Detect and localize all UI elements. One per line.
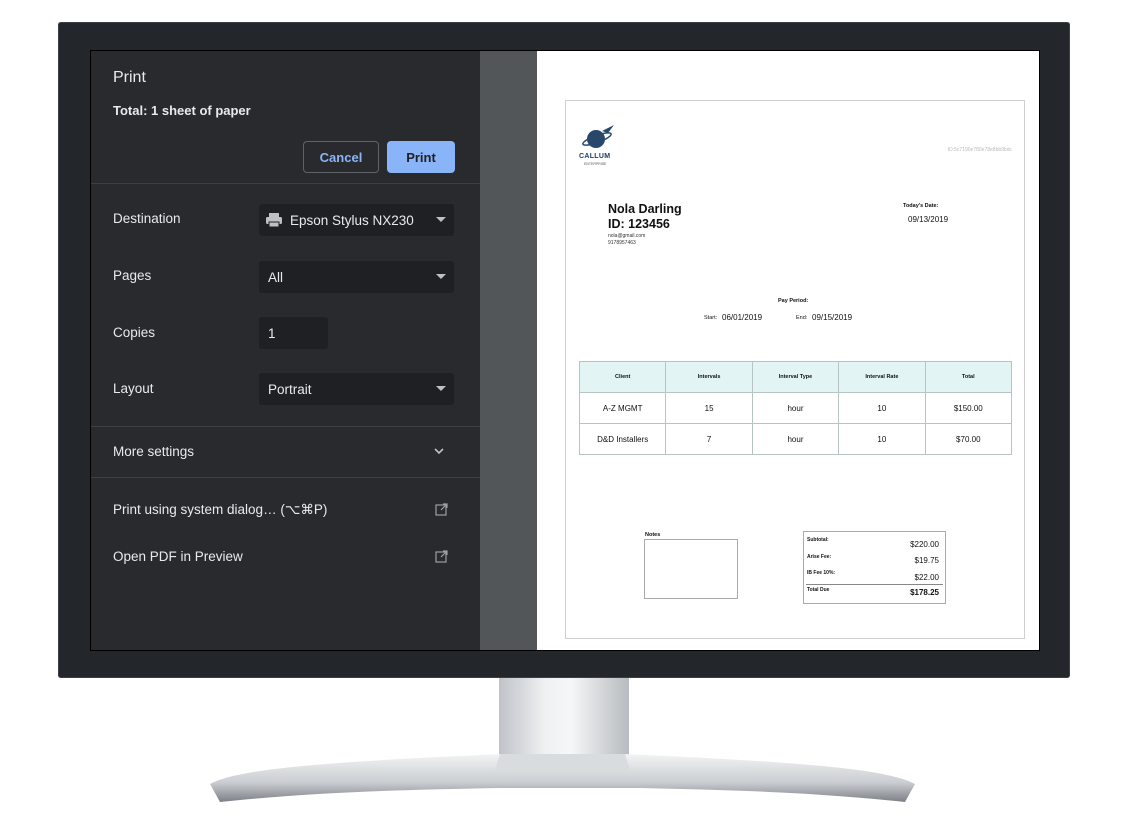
copies-input[interactable]: 1 [259, 317, 328, 349]
today-date-label: Today's Date: [903, 203, 939, 209]
invoice-table: Client Intervals Interval Type Interval … [578, 361, 1013, 455]
destination-label: Destination [113, 211, 181, 226]
layout-select[interactable]: Portrait [259, 373, 454, 405]
table-cell: D&D Installers [578, 423, 667, 455]
company-logo-icon [582, 125, 614, 148]
system-dialog-link[interactable]: Print using system dialog… (⌥⌘P) [113, 502, 327, 518]
notes-box [644, 539, 738, 599]
employee-phone: 9178957463 [608, 240, 636, 246]
print-preview[interactable]: CALLUM ENTERPRISE ID:5c7190e780e78e8bb9b… [537, 51, 1039, 650]
dialog-title: Print [113, 69, 146, 86]
pages-value: All [268, 269, 284, 285]
preview-scroll-gutter [480, 51, 537, 650]
arise-fee-label: Arise Fee: [807, 554, 832, 560]
end-date-label: End: [796, 315, 808, 321]
table-header: Intervals [665, 361, 753, 393]
expand-chevron-icon[interactable] [433, 444, 445, 462]
employee-id: ID: 123456 [608, 217, 670, 231]
table-cell: 15 [665, 392, 753, 424]
chevron-down-icon [428, 373, 454, 405]
table-cell: hour [751, 392, 840, 424]
total-due-label: Total Due [807, 587, 830, 593]
document-id: ID:5c7190e780e78e8bb9bdc [947, 147, 1012, 153]
copies-value: 1 [268, 325, 276, 341]
cancel-button[interactable]: Cancel [303, 141, 379, 173]
pages-label: Pages [113, 268, 152, 283]
more-settings-toggle[interactable]: More settings [113, 444, 194, 459]
layout-value: Portrait [268, 381, 312, 397]
copies-label: Copies [113, 325, 156, 340]
employee-email: nola@gmail.com [608, 233, 646, 239]
table-cell: A-Z MGMT [578, 392, 667, 424]
screen: Print Total: 1 sheet of paper Cancel Pri… [90, 50, 1040, 651]
chevron-down-icon [428, 261, 454, 293]
company-logo-subtext: ENTERPRISE [584, 162, 607, 166]
arise-fee-value: $19.75 [914, 556, 939, 565]
start-date-label: Start: [704, 315, 718, 321]
totals-box: Subtotal: $220.00 Arise Fee: $19.75 IB F… [803, 531, 946, 604]
table-row: D&D Installers 7 hour 10 $70.00 [578, 423, 1013, 455]
open-external-icon [435, 550, 448, 568]
end-date-value: 09/15/2019 [812, 313, 853, 322]
table-header: Client [578, 361, 667, 393]
table-cell: $70.00 [924, 423, 1013, 455]
table-cell: 10 [838, 423, 926, 455]
start-date-value: 06/01/2019 [722, 313, 763, 322]
divider [91, 477, 480, 478]
divider [91, 426, 480, 427]
table-header: Total [924, 361, 1013, 393]
monitor-stand-base [210, 754, 915, 802]
chevron-down-icon [428, 204, 454, 236]
company-logo-text: CALLUM [579, 153, 611, 160]
table-header: Interval Type [751, 361, 840, 393]
employee-name: Nola Darling [608, 202, 682, 216]
table-row: A-Z MGMT 15 hour 10 $150.00 [578, 392, 1013, 424]
table-header-row: Client Intervals Interval Type Interval … [578, 361, 1013, 393]
open-pdf-link[interactable]: Open PDF in Preview [113, 549, 243, 564]
table-cell: hour [751, 423, 840, 455]
ib-fee-label: IB Fee 10%: [807, 570, 836, 576]
today-date-value: 09/13/2019 [908, 215, 949, 224]
subtotal-value: $220.00 [910, 540, 939, 549]
total-due-value: $178.25 [910, 588, 939, 597]
print-settings-panel: Print Total: 1 sheet of paper Cancel Pri… [91, 51, 480, 650]
layout-label: Layout [113, 381, 154, 396]
table-cell: $150.00 [924, 392, 1013, 424]
table-cell: 7 [665, 423, 753, 455]
pay-period-label: Pay Period: [778, 298, 809, 304]
print-button[interactable]: Print [387, 141, 455, 173]
destination-value: Epson Stylus NX230 [290, 212, 414, 228]
destination-select[interactable]: Epson Stylus NX230 [259, 204, 454, 236]
document-page: CALLUM ENTERPRISE ID:5c7190e780e78e8bb9b… [565, 100, 1025, 639]
ib-fee-value: $22.00 [914, 573, 939, 582]
divider [91, 183, 480, 184]
sheet-count: Total: 1 sheet of paper [113, 103, 251, 118]
totals-divider [806, 584, 943, 585]
table-cell: 10 [838, 392, 926, 424]
pages-select[interactable]: All [259, 261, 454, 293]
subtotal-label: Subtotal: [807, 537, 829, 543]
open-external-icon [435, 503, 448, 521]
printer-icon [259, 212, 283, 228]
notes-label: Notes [645, 532, 661, 538]
table-header: Interval Rate [838, 361, 926, 393]
